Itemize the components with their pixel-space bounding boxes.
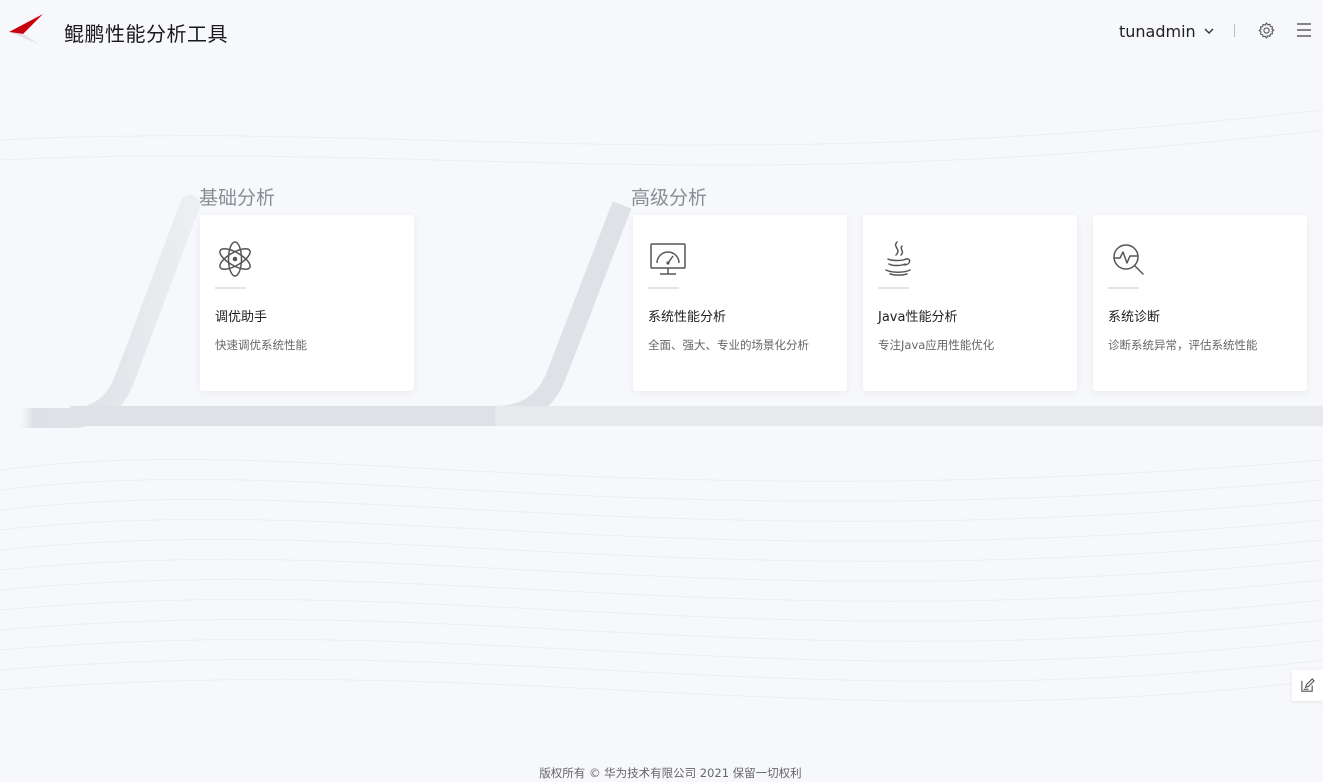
java-cup-icon xyxy=(885,241,911,276)
footer-copyright: 版权所有 © 华为技术有限公司 2021 保留一切权利 xyxy=(539,766,802,780)
edit-note-icon xyxy=(1301,678,1315,692)
card-description: 全面、强大、专业的场景化分析 xyxy=(648,338,809,352)
user-menu[interactable]: tunadmin xyxy=(1119,20,1215,42)
card-title: 系统性能分析 xyxy=(648,310,727,325)
diagnosis-magnifier-icon xyxy=(1113,244,1144,275)
card-title: 系统诊断 xyxy=(1108,310,1161,325)
card-tuning-assistant[interactable]: 调优助手 快速调优系统性能 xyxy=(200,215,414,391)
monitor-gauge-icon xyxy=(650,243,686,275)
card-system-performance[interactable]: 系统性能分析 全面、强大、专业的场景化分析 xyxy=(633,215,847,391)
card-separator xyxy=(215,287,246,289)
kunpeng-logo xyxy=(9,14,43,44)
user-name: tunadmin xyxy=(1119,21,1196,41)
card-description: 专注Java应用性能优化 xyxy=(878,338,995,352)
gear-icon[interactable] xyxy=(1257,21,1276,40)
card-description: 诊断系统异常，评估系统性能 xyxy=(1108,338,1258,352)
app-title: 鲲鹏性能分析工具 xyxy=(64,22,228,46)
card-java-performance[interactable]: Java性能分析 专注Java应用性能优化 xyxy=(863,215,1077,391)
card-title: Java性能分析 xyxy=(878,310,958,325)
card-separator xyxy=(648,287,679,289)
card-separator xyxy=(878,287,909,289)
atom-icon xyxy=(219,241,251,277)
card-separator xyxy=(1108,287,1139,289)
card-description: 快速调优系统性能 xyxy=(215,338,307,352)
card-system-diagnosis[interactable]: 系统诊断 诊断系统异常，评估系统性能 xyxy=(1093,215,1307,391)
feedback-button[interactable] xyxy=(1292,670,1323,701)
card-title: 调优助手 xyxy=(215,310,268,325)
top-header: 鲲鹏性能分析工具 tunadmin xyxy=(0,0,1323,62)
section-title-basic: 基础分析 xyxy=(199,187,276,209)
header-divider xyxy=(1234,24,1235,37)
chevron-down-icon xyxy=(1204,28,1214,34)
background-decoration xyxy=(0,109,1323,702)
hamburger-menu-icon[interactable] xyxy=(1296,22,1312,38)
section-title-advanced: 高级分析 xyxy=(631,187,708,209)
